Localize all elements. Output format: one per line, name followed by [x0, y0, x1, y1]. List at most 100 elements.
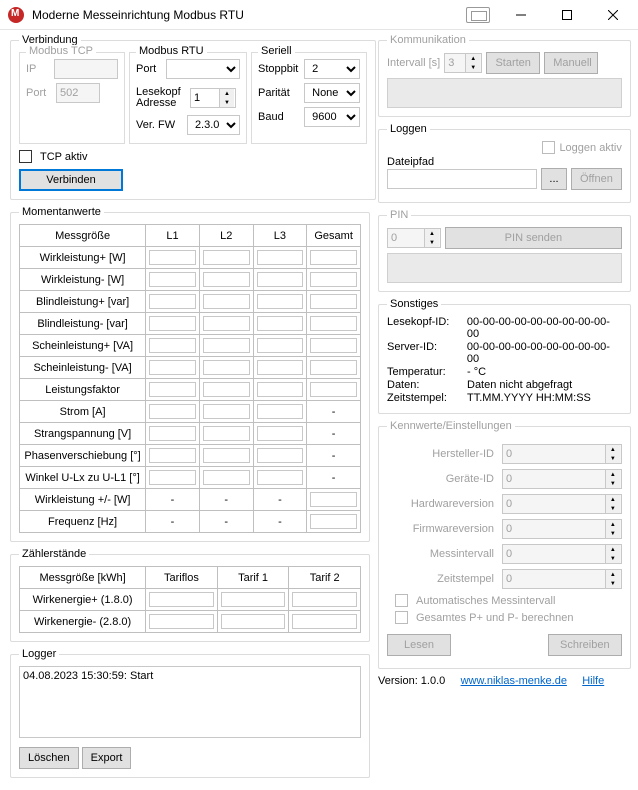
momentanwerte-table: MessgrößeL1L2L3GesamtWirkleistung+ [W]Wi…: [19, 224, 361, 533]
dateipfad-input[interactable]: [387, 169, 537, 189]
hilfe-link[interactable]: Hilfe: [582, 675, 604, 687]
minimize-button[interactable]: [498, 0, 544, 30]
pin-status: [387, 253, 622, 283]
kennw-legend: Kennwerte/Einstellungen: [387, 420, 515, 432]
temp-label: Temperatur:: [387, 366, 467, 378]
lese-addr-spin[interactable]: ▲▼: [190, 88, 236, 108]
loggen-aktiv-checkbox[interactable]: [542, 141, 555, 154]
momentanwerte-group: Momentanwerte MessgrößeL1L2L3GesamtWirkl…: [10, 206, 370, 542]
daten-value: Daten nicht abgefragt: [467, 379, 572, 391]
table-row-label: Strom [A]: [20, 401, 146, 423]
ip-input[interactable]: [54, 59, 118, 79]
browse-button[interactable]: ...: [541, 168, 567, 190]
pin-group: PIN ▲▼ PIN senden: [378, 209, 631, 292]
maximize-button[interactable]: [544, 0, 590, 30]
parity-select[interactable]: None: [304, 83, 360, 103]
zaehler-table: Messgröße [kWh]TariflosTarif 1Tarif 2Wir…: [19, 566, 361, 633]
pin-legend: PIN: [387, 209, 411, 221]
window-title: Moderne Messeinrichtung Modbus RTU: [32, 8, 244, 22]
table-row-label: Blindleistung+ [var]: [20, 291, 146, 313]
starten-button[interactable]: Starten: [486, 52, 540, 74]
fw-select[interactable]: 2.3.0: [187, 115, 240, 135]
zeit-value: TT.MM.YYYY HH:MM:SS: [467, 392, 591, 404]
rtu-legend: Modbus RTU: [136, 45, 207, 57]
lese-addr-label: Lesekopf Adresse: [136, 87, 186, 109]
zeit-label: Zeitstempel:: [387, 392, 467, 404]
kennw-label: Hardwareversion: [387, 498, 502, 510]
header-indicator-icon: [466, 7, 490, 23]
oeffnen-button[interactable]: Öffnen: [571, 168, 622, 190]
schreiben-button[interactable]: Schreiben: [548, 634, 622, 656]
intervall-label: Intervall [s]: [387, 57, 440, 69]
loggen-legend: Loggen: [387, 123, 430, 135]
table-row-label: Scheinleistung- [VA]: [20, 357, 146, 379]
auto-messintervall-checkbox[interactable]: [395, 594, 408, 607]
kennwerte-group: Kennwerte/Einstellungen Hersteller-ID▲▼G…: [378, 420, 631, 669]
kennw-spin[interactable]: ▲▼: [502, 444, 622, 464]
table-row-label: Wirkleistung- [W]: [20, 269, 146, 291]
p-berechnen-checkbox[interactable]: [395, 611, 408, 624]
kennw-spin[interactable]: ▲▼: [502, 544, 622, 564]
server-value: 00-00-00-00-00-00-00-00-00-00: [467, 341, 622, 365]
lesekopf-value: 00-00-00-00-00-00-00-00-00-00: [467, 316, 622, 340]
tcp-legend: Modbus TCP: [26, 45, 96, 57]
rtu-port-select[interactable]: [166, 59, 240, 79]
moment-legend: Momentanwerte: [19, 206, 104, 218]
parity-label: Parität: [258, 87, 300, 99]
stop-label: Stoppbit: [258, 63, 300, 75]
export-button[interactable]: Export: [82, 747, 132, 769]
zaehlerstaende-group: Zählerstände Messgröße [kWh]TariflosTari…: [10, 548, 370, 642]
kennw-label: Zeitstempel: [387, 573, 502, 585]
app-icon: [8, 7, 24, 23]
baud-label: Baud: [258, 111, 300, 123]
lesen-button[interactable]: Lesen: [387, 634, 451, 656]
tcp-port-input[interactable]: [56, 83, 100, 103]
website-link[interactable]: www.niklas-menke.de: [461, 675, 567, 687]
table-row-label: Leistungsfaktor: [20, 379, 146, 401]
table-row-label: Scheinleistung+ [VA]: [20, 335, 146, 357]
close-button[interactable]: [590, 0, 636, 30]
dateipfad-label: Dateipfad: [387, 156, 434, 168]
komm-status: [387, 78, 622, 108]
tcp-aktiv-label: TCP aktiv: [40, 151, 87, 163]
verbindung-group: Verbindung Modbus TCP IP Port Modbus RTU…: [10, 34, 376, 200]
titlebar: Moderne Messeinrichtung Modbus RTU: [0, 0, 638, 30]
manuell-button[interactable]: Manuell: [544, 52, 598, 74]
komm-legend: Kommunikation: [387, 34, 469, 46]
logger-legend: Logger: [19, 648, 59, 660]
logger-text[interactable]: 04.08.2023 15:30:59: Start: [19, 666, 361, 738]
kennw-label: Messintervall: [387, 548, 502, 560]
kennw-spin[interactable]: ▲▼: [502, 494, 622, 514]
baud-select[interactable]: 9600: [304, 107, 360, 127]
table-row-label: Wirkleistung+ [W]: [20, 247, 146, 269]
lesekopf-label: Lesekopf-ID:: [387, 316, 467, 340]
table-row-label: Blindleistung- [var]: [20, 313, 146, 335]
verbinden-button[interactable]: Verbinden: [19, 169, 123, 191]
kennw-label: Firmwareversion: [387, 523, 502, 535]
loggen-group: Loggen Loggen aktiv Dateipfad ... Öffnen: [378, 123, 631, 203]
intervall-spin[interactable]: ▲▼: [444, 53, 482, 73]
stop-select[interactable]: 2: [304, 59, 360, 79]
pin-senden-button[interactable]: PIN senden: [445, 227, 622, 249]
kennw-spin[interactable]: ▲▼: [502, 469, 622, 489]
table-row-label: Winkel U-Lx zu U-L1 [°]: [20, 467, 146, 489]
server-label: Server-ID:: [387, 341, 467, 365]
kommunikation-group: Kommunikation Intervall [s] ▲▼ Starten M…: [378, 34, 631, 117]
pberech-label: Gesamtes P+ und P- berechnen: [416, 612, 573, 624]
tcp-aktiv-checkbox[interactable]: [19, 150, 32, 163]
loeschen-button[interactable]: Löschen: [19, 747, 79, 769]
ip-label: IP: [26, 63, 50, 75]
kennw-label: Hersteller-ID: [387, 448, 502, 460]
table-row-label: Frequenz [Hz]: [20, 511, 146, 533]
kennw-spin[interactable]: ▲▼: [502, 519, 622, 539]
auto-label: Automatisches Messintervall: [416, 595, 555, 607]
table-row-label: Strangspannung [V]: [20, 423, 146, 445]
kennw-spin[interactable]: ▲▼: [502, 569, 622, 589]
temp-value: - °C: [467, 366, 486, 378]
table-row-label: Wirkleistung +/- [W]: [20, 489, 146, 511]
version-text: Version: 1.0.0: [378, 675, 445, 687]
logger-group: Logger 04.08.2023 15:30:59: Start Lösche…: [10, 648, 370, 778]
pin-spin[interactable]: ▲▼: [387, 228, 441, 248]
zaehler-legend: Zählerstände: [19, 548, 89, 560]
tcp-port-label: Port: [26, 87, 52, 99]
